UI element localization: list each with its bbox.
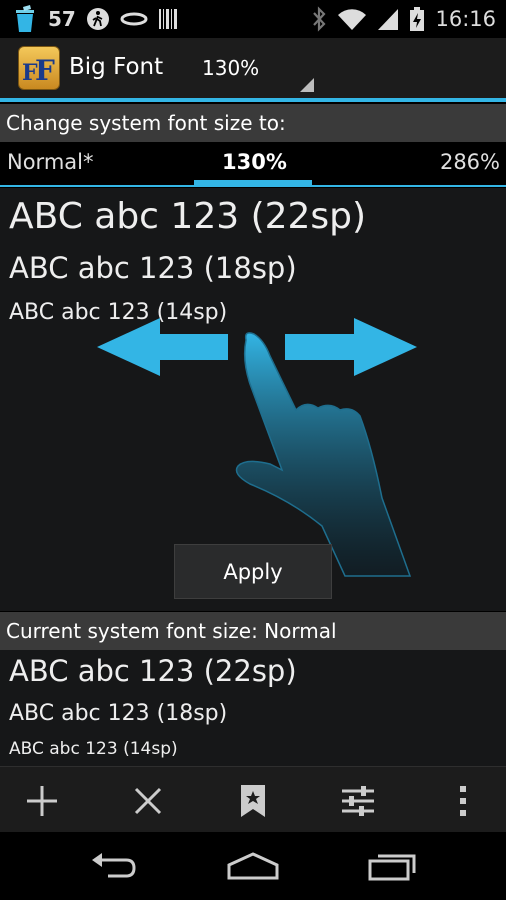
ring-icon (120, 12, 148, 26)
size-tabs: Normal* 130% 286% (0, 142, 506, 188)
font-size-spinner[interactable]: 130% (202, 56, 316, 96)
recents-button[interactable] (358, 846, 428, 886)
battery-icon (410, 7, 425, 31)
close-icon (134, 787, 162, 815)
app-title: Big Font (69, 54, 164, 80)
bottom-toolbar (0, 766, 506, 832)
current-section-header: Current system font size: Normal (0, 612, 506, 650)
home-icon (227, 852, 279, 880)
status-bar: 57 16:16 (0, 0, 506, 38)
preview-panel[interactable]: ABC abc 123 (22sp) ABC abc 123 (18sp) AB… (0, 188, 506, 611)
tab-baseline (0, 185, 506, 187)
current-preview-panel: ABC abc 123 (22sp) ABC abc 123 (18sp) AB… (0, 650, 506, 766)
back-button[interactable] (78, 846, 148, 886)
overflow-menu-button[interactable] (433, 775, 493, 827)
action-bar: F F Big Font 130% (0, 38, 506, 100)
bookmark-button[interactable] (223, 775, 283, 827)
svg-text:F: F (35, 54, 55, 87)
bluetooth-icon (313, 6, 326, 32)
wifi-icon (338, 9, 367, 30)
action-bar-divider (0, 98, 506, 102)
pedestrian-icon (86, 8, 109, 30)
app-logo[interactable]: F F (18, 46, 60, 90)
spinner-value: 130% (202, 56, 260, 80)
add-button[interactable] (12, 775, 72, 827)
recents-icon (368, 854, 416, 881)
tab-max[interactable]: 286% (440, 150, 500, 174)
current-sample-14sp: ABC abc 123 (14sp) (9, 739, 178, 759)
current-sample-18sp: ABC abc 123 (18sp) (9, 701, 228, 726)
overflow-menu-icon (460, 786, 466, 816)
bookmark-icon (241, 785, 265, 817)
back-icon (92, 853, 136, 878)
tab-selected[interactable]: 130% (222, 150, 287, 174)
change-section-header: Change system font size to: (0, 104, 506, 142)
home-button[interactable] (218, 846, 288, 886)
add-icon (27, 786, 57, 816)
dropdown-triangle-icon (300, 78, 314, 92)
current-sample-22sp: ABC abc 123 (22sp) (9, 654, 297, 688)
settings-sliders-icon (342, 786, 374, 816)
trash-icon (16, 5, 34, 32)
tab-normal[interactable]: Normal* (7, 150, 93, 174)
clock: 16:16 (435, 7, 496, 31)
settings-button[interactable] (328, 775, 388, 827)
barcode-icon (158, 9, 177, 29)
system-nav-bar (0, 832, 506, 900)
apply-button[interactable]: Apply (174, 544, 332, 599)
signal-icon (378, 9, 399, 30)
notification-count: 57 (48, 7, 76, 31)
remove-button[interactable] (118, 775, 178, 827)
